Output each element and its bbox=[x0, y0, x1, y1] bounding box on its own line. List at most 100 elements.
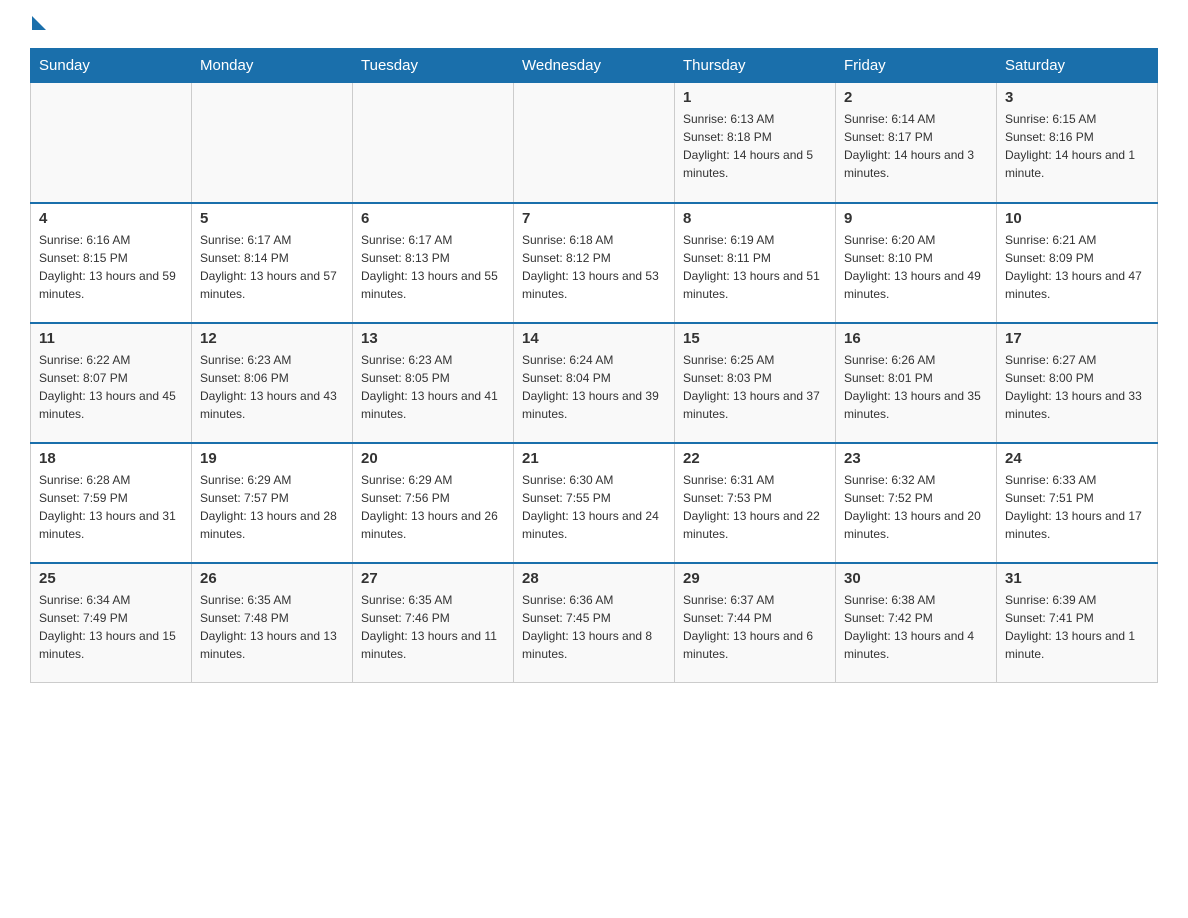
calendar-cell: 8 Sunrise: 6:19 AM Sunset: 8:11 PM Daylig… bbox=[675, 203, 836, 323]
page-header bbox=[30, 20, 1158, 30]
day-info: Sunrise: 6:23 AM Sunset: 8:06 PM Dayligh… bbox=[200, 351, 344, 423]
day-info: Sunrise: 6:28 AM Sunset: 7:59 PM Dayligh… bbox=[39, 471, 183, 543]
column-header-saturday: Saturday bbox=[997, 49, 1158, 83]
calendar-cell: 12 Sunrise: 6:23 AM Sunset: 8:06 PM Dayli… bbox=[192, 323, 353, 443]
day-number: 20 bbox=[361, 450, 505, 467]
day-number: 14 bbox=[522, 330, 666, 347]
day-number: 21 bbox=[522, 450, 666, 467]
day-info: Sunrise: 6:39 AM Sunset: 7:41 PM Dayligh… bbox=[1005, 591, 1149, 663]
day-number: 27 bbox=[361, 570, 505, 587]
calendar-cell: 1Sunrise: 6:13 AM Sunset: 8:18 PM Daylig… bbox=[675, 83, 836, 203]
calendar-cell: 5 Sunrise: 6:17 AM Sunset: 8:14 PM Daylig… bbox=[192, 203, 353, 323]
day-info: Sunrise: 6:15 AM Sunset: 8:16 PM Dayligh… bbox=[1005, 110, 1149, 182]
calendar-cell: 30 Sunrise: 6:38 AM Sunset: 7:42 PM Dayli… bbox=[836, 563, 997, 683]
day-info: Sunrise: 6:19 AM Sunset: 8:11 PM Dayligh… bbox=[683, 231, 827, 303]
day-info: Sunrise: 6:26 AM Sunset: 8:01 PM Dayligh… bbox=[844, 351, 988, 423]
day-info: Sunrise: 6:37 AM Sunset: 7:44 PM Dayligh… bbox=[683, 591, 827, 663]
day-number: 3 bbox=[1005, 89, 1149, 106]
day-info: Sunrise: 6:29 AM Sunset: 7:57 PM Dayligh… bbox=[200, 471, 344, 543]
calendar-cell: 22 Sunrise: 6:31 AM Sunset: 7:53 PM Dayli… bbox=[675, 443, 836, 563]
calendar-cell: 28 Sunrise: 6:36 AM Sunset: 7:45 PM Dayli… bbox=[514, 563, 675, 683]
day-info: Sunrise: 6:31 AM Sunset: 7:53 PM Dayligh… bbox=[683, 471, 827, 543]
day-number: 2 bbox=[844, 89, 988, 106]
day-info: Sunrise: 6:24 AM Sunset: 8:04 PM Dayligh… bbox=[522, 351, 666, 423]
day-number: 15 bbox=[683, 330, 827, 347]
calendar-week-row: 18 Sunrise: 6:28 AM Sunset: 7:59 PM Dayli… bbox=[31, 443, 1158, 563]
day-number: 24 bbox=[1005, 450, 1149, 467]
calendar-cell: 29Sunrise: 6:37 AM Sunset: 7:44 PM Dayli… bbox=[675, 563, 836, 683]
day-number: 28 bbox=[522, 570, 666, 587]
calendar-cell: 11 Sunrise: 6:22 AM Sunset: 8:07 PM Dayli… bbox=[31, 323, 192, 443]
calendar-cell: 9 Sunrise: 6:20 AM Sunset: 8:10 PM Daylig… bbox=[836, 203, 997, 323]
day-info: Sunrise: 6:20 AM Sunset: 8:10 PM Dayligh… bbox=[844, 231, 988, 303]
calendar-cell: 6Sunrise: 6:17 AM Sunset: 8:13 PM Daylig… bbox=[353, 203, 514, 323]
day-info: Sunrise: 6:17 AM Sunset: 8:14 PM Dayligh… bbox=[200, 231, 344, 303]
calendar-cell: 23 Sunrise: 6:32 AM Sunset: 7:52 PM Dayli… bbox=[836, 443, 997, 563]
day-number: 30 bbox=[844, 570, 988, 587]
day-number: 22 bbox=[683, 450, 827, 467]
day-info: Sunrise: 6:18 AM Sunset: 8:12 PM Dayligh… bbox=[522, 231, 666, 303]
day-number: 13 bbox=[361, 330, 505, 347]
day-number: 11 bbox=[39, 330, 183, 347]
day-number: 19 bbox=[200, 450, 344, 467]
calendar-cell: 3 Sunrise: 6:15 AM Sunset: 8:16 PM Daylig… bbox=[997, 83, 1158, 203]
day-info: Sunrise: 6:35 AM Sunset: 7:46 PM Dayligh… bbox=[361, 591, 505, 663]
column-header-thursday: Thursday bbox=[675, 49, 836, 83]
day-number: 10 bbox=[1005, 210, 1149, 227]
calendar-cell: 20 Sunrise: 6:29 AM Sunset: 7:56 PM Dayli… bbox=[353, 443, 514, 563]
calendar-cell: 21Sunrise: 6:30 AM Sunset: 7:55 PM Dayli… bbox=[514, 443, 675, 563]
day-number: 9 bbox=[844, 210, 988, 227]
calendar-cell: 31Sunrise: 6:39 AM Sunset: 7:41 PM Dayli… bbox=[997, 563, 1158, 683]
day-number: 5 bbox=[200, 210, 344, 227]
day-number: 16 bbox=[844, 330, 988, 347]
day-info: Sunrise: 6:23 AM Sunset: 8:05 PM Dayligh… bbox=[361, 351, 505, 423]
calendar-cell: 17 Sunrise: 6:27 AM Sunset: 8:00 PM Dayli… bbox=[997, 323, 1158, 443]
day-info: Sunrise: 6:22 AM Sunset: 8:07 PM Dayligh… bbox=[39, 351, 183, 423]
calendar-cell: 2 Sunrise: 6:14 AM Sunset: 8:17 PM Daylig… bbox=[836, 83, 997, 203]
calendar-cell: 4 Sunrise: 6:16 AM Sunset: 8:15 PM Daylig… bbox=[31, 203, 192, 323]
calendar-week-row: 4 Sunrise: 6:16 AM Sunset: 8:15 PM Daylig… bbox=[31, 203, 1158, 323]
column-header-tuesday: Tuesday bbox=[353, 49, 514, 83]
calendar-cell: 14 Sunrise: 6:24 AM Sunset: 8:04 PM Dayli… bbox=[514, 323, 675, 443]
day-number: 12 bbox=[200, 330, 344, 347]
day-number: 8 bbox=[683, 210, 827, 227]
calendar-cell: 24 Sunrise: 6:33 AM Sunset: 7:51 PM Dayli… bbox=[997, 443, 1158, 563]
day-info: Sunrise: 6:25 AM Sunset: 8:03 PM Dayligh… bbox=[683, 351, 827, 423]
calendar-table: SundayMondayTuesdayWednesdayThursdayFrid… bbox=[30, 48, 1158, 683]
calendar-cell bbox=[31, 83, 192, 203]
calendar-week-row: 1Sunrise: 6:13 AM Sunset: 8:18 PM Daylig… bbox=[31, 83, 1158, 203]
day-info: Sunrise: 6:36 AM Sunset: 7:45 PM Dayligh… bbox=[522, 591, 666, 663]
calendar-cell: 16 Sunrise: 6:26 AM Sunset: 8:01 PM Dayli… bbox=[836, 323, 997, 443]
column-header-friday: Friday bbox=[836, 49, 997, 83]
calendar-cell: 19 Sunrise: 6:29 AM Sunset: 7:57 PM Dayli… bbox=[192, 443, 353, 563]
day-info: Sunrise: 6:29 AM Sunset: 7:56 PM Dayligh… bbox=[361, 471, 505, 543]
day-info: Sunrise: 6:38 AM Sunset: 7:42 PM Dayligh… bbox=[844, 591, 988, 663]
calendar-week-row: 25 Sunrise: 6:34 AM Sunset: 7:49 PM Dayli… bbox=[31, 563, 1158, 683]
day-number: 18 bbox=[39, 450, 183, 467]
day-number: 6 bbox=[361, 210, 505, 227]
day-info: Sunrise: 6:27 AM Sunset: 8:00 PM Dayligh… bbox=[1005, 351, 1149, 423]
day-number: 23 bbox=[844, 450, 988, 467]
day-info: Sunrise: 6:14 AM Sunset: 8:17 PM Dayligh… bbox=[844, 110, 988, 182]
column-header-sunday: Sunday bbox=[31, 49, 192, 83]
day-number: 26 bbox=[200, 570, 344, 587]
day-info: Sunrise: 6:35 AM Sunset: 7:48 PM Dayligh… bbox=[200, 591, 344, 663]
calendar-cell: 25 Sunrise: 6:34 AM Sunset: 7:49 PM Dayli… bbox=[31, 563, 192, 683]
calendar-cell bbox=[514, 83, 675, 203]
calendar-cell: 27 Sunrise: 6:35 AM Sunset: 7:46 PM Dayli… bbox=[353, 563, 514, 683]
calendar-week-row: 11 Sunrise: 6:22 AM Sunset: 8:07 PM Dayli… bbox=[31, 323, 1158, 443]
logo bbox=[30, 20, 46, 30]
day-info: Sunrise: 6:32 AM Sunset: 7:52 PM Dayligh… bbox=[844, 471, 988, 543]
column-header-monday: Monday bbox=[192, 49, 353, 83]
day-number: 25 bbox=[39, 570, 183, 587]
day-info: Sunrise: 6:21 AM Sunset: 8:09 PM Dayligh… bbox=[1005, 231, 1149, 303]
calendar-cell: 10 Sunrise: 6:21 AM Sunset: 8:09 PM Dayli… bbox=[997, 203, 1158, 323]
calendar-header-row: SundayMondayTuesdayWednesdayThursdayFrid… bbox=[31, 49, 1158, 83]
day-info: Sunrise: 6:16 AM Sunset: 8:15 PM Dayligh… bbox=[39, 231, 183, 303]
day-info: Sunrise: 6:34 AM Sunset: 7:49 PM Dayligh… bbox=[39, 591, 183, 663]
day-info: Sunrise: 6:33 AM Sunset: 7:51 PM Dayligh… bbox=[1005, 471, 1149, 543]
calendar-cell: 18 Sunrise: 6:28 AM Sunset: 7:59 PM Dayli… bbox=[31, 443, 192, 563]
day-number: 4 bbox=[39, 210, 183, 227]
day-number: 17 bbox=[1005, 330, 1149, 347]
calendar-cell bbox=[353, 83, 514, 203]
